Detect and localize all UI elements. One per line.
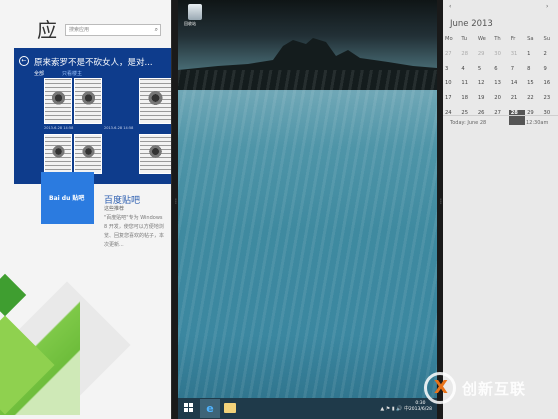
system-tray[interactable]: ▲ ⚑ ▮ 🔊 中 xyxy=(380,405,409,412)
calendar-day[interactable]: 5 xyxy=(476,66,492,81)
baidu-logo: Bai du 贴吧 xyxy=(49,195,85,202)
recycle-bin-label[interactable]: 回收站 xyxy=(184,21,196,27)
calendar-day[interactable]: 17 xyxy=(443,95,459,110)
calendar-day[interactable]: 19 xyxy=(476,95,492,110)
calendar-day[interactable]: 30 xyxy=(492,51,508,66)
calendar-week-row: 27 28 29 30 31 1 2 xyxy=(443,51,558,66)
calendar-week-row: 10 11 12 13 14 15 16 xyxy=(443,80,558,95)
calendar-day[interactable]: 21 xyxy=(509,95,525,110)
calendar-day[interactable]: 20 xyxy=(492,95,508,110)
calendar-day[interactable]: 6 xyxy=(492,66,508,81)
weekday-label: Fr xyxy=(510,36,516,42)
post-meta: 2013-6-28 14:58 xyxy=(104,126,134,130)
calendar-app-pane: ‹ › June 2013 Mo Tu We Th Fr Sa Su 27 28 29 30 31 1 2… xyxy=(443,0,558,419)
weekday-label: Su xyxy=(543,36,551,42)
calendar-day[interactable]: 18 xyxy=(459,95,475,110)
today-label[interactable]: Today: June 28 xyxy=(450,120,486,126)
tab-author-only[interactable]: 只看楼主 xyxy=(62,70,82,77)
grip-handle-icon[interactable]: ⋮ xyxy=(173,199,179,212)
calendar-week-row: 3456789 xyxy=(443,66,558,81)
calendar-day[interactable]: 8 xyxy=(525,66,541,81)
search-input[interactable]: 搜索应用 ⌕ xyxy=(65,24,161,36)
weekday-header-row: Mo Tu We Th Fr Sa Su xyxy=(443,36,558,51)
calendar-day[interactable]: 11 xyxy=(459,80,475,95)
calendar-day[interactable]: 23 xyxy=(542,95,558,110)
weekday-label: Th xyxy=(494,36,501,42)
calendar-day[interactable]: 28 xyxy=(459,51,475,66)
start-button[interactable] xyxy=(184,403,194,413)
calendar-day[interactable]: 15 xyxy=(525,80,541,95)
tab-all[interactable]: 全部 xyxy=(34,70,44,77)
calendar-day[interactable]: 4 xyxy=(459,66,475,81)
calendar-day[interactable]: 27 xyxy=(443,51,459,66)
taskbar: e ▲ ⚑ ▮ 🔊 中 0:30 2013/6/28 xyxy=(178,398,437,419)
wallpaper-waves xyxy=(178,70,437,400)
clock-date: 2013/6/28 xyxy=(408,407,432,412)
watermark-text: 创新互联 xyxy=(462,380,527,398)
calendar-grid: Mo Tu We Th Fr Sa Su 27 28 29 30 31 1 2 3 4 5 6 7 8 9 10 11 12 1… xyxy=(443,36,558,125)
calendar-day[interactable]: 16 xyxy=(542,80,558,95)
calendar-day[interactable]: 9 xyxy=(542,66,558,81)
calendar-day[interactable]: 10 xyxy=(443,80,459,95)
internet-explorer-icon[interactable]: e xyxy=(200,399,220,418)
divider xyxy=(443,115,558,116)
recycle-bin-icon[interactable] xyxy=(188,4,202,20)
comic-image xyxy=(139,134,171,174)
store-app-pane: 应 搜索应用 ⌕ ← 原来索罗不是不砍女人，是对... 全部 只看楼主 2013… xyxy=(0,0,171,419)
comic-image xyxy=(74,78,102,124)
current-time: 12:30am xyxy=(526,120,549,126)
calendar-day[interactable]: 7 xyxy=(509,66,525,81)
card-title: 原来索罗不是不砍女人，是对... xyxy=(34,58,153,68)
calendar-day[interactable]: 22 xyxy=(525,95,541,110)
weekday-label: We xyxy=(477,36,486,42)
watermark-logo: 创新互联 xyxy=(424,372,554,404)
desktop-pane: 回收站 e ▲ ⚑ ▮ 🔊 中 0:30 2013/6/28 xyxy=(178,0,437,419)
comic-image xyxy=(74,134,102,174)
calendar-day[interactable]: 2 xyxy=(542,51,558,66)
search-icon[interactable]: ⌕ xyxy=(155,25,158,35)
app-tile-baidu-tieba[interactable]: Bai du 贴吧 xyxy=(41,172,94,224)
calendar-day[interactable]: 29 xyxy=(476,51,492,66)
next-month-button[interactable]: › xyxy=(546,3,548,10)
calendar-week-row: 17 18 19 20 21 22 23 xyxy=(443,95,558,110)
weekday-label: Tu xyxy=(461,36,468,42)
calendar-day[interactable]: 27 xyxy=(492,110,508,125)
store-logo: 应 xyxy=(37,18,57,42)
calendar-month-title: June 2013 xyxy=(450,19,493,29)
search-placeholder: 搜索应用 xyxy=(69,27,90,33)
calendar-day-today[interactable]: 28 xyxy=(508,109,526,125)
weekday-label: Sa xyxy=(527,36,534,42)
calendar-day[interactable]: 13 xyxy=(492,80,508,95)
calendar-day[interactable]: 12 xyxy=(476,80,492,95)
calendar-day[interactable]: 1 xyxy=(525,51,541,66)
post-meta: 2013-6-28 14:58 xyxy=(44,126,74,130)
grip-handle-icon[interactable]: ⋮ xyxy=(438,199,444,212)
back-arrow-icon[interactable]: ← xyxy=(19,56,29,66)
app-description: "百度贴吧"专为 Windows 8 开发，使您可以方便地浏览、回复您喜欢的帖子… xyxy=(104,215,165,248)
calendar-day[interactable]: 14 xyxy=(509,80,525,95)
comic-image xyxy=(44,134,72,174)
watermark-logo-icon xyxy=(424,372,456,404)
calendar-day[interactable]: 31 xyxy=(509,51,525,66)
comic-image xyxy=(139,78,171,124)
comic-image xyxy=(44,78,72,124)
file-explorer-icon[interactable] xyxy=(224,403,236,413)
prev-month-button[interactable]: ‹ xyxy=(449,3,451,10)
calendar-day[interactable]: 3 xyxy=(443,66,459,81)
tieba-preview-card[interactable]: ← 原来索罗不是不砍女人，是对... 全部 只看楼主 2013-6-28 14:… xyxy=(14,48,171,184)
app-category: 这些推荐 xyxy=(104,206,125,212)
weekday-label: Mo xyxy=(445,36,453,42)
